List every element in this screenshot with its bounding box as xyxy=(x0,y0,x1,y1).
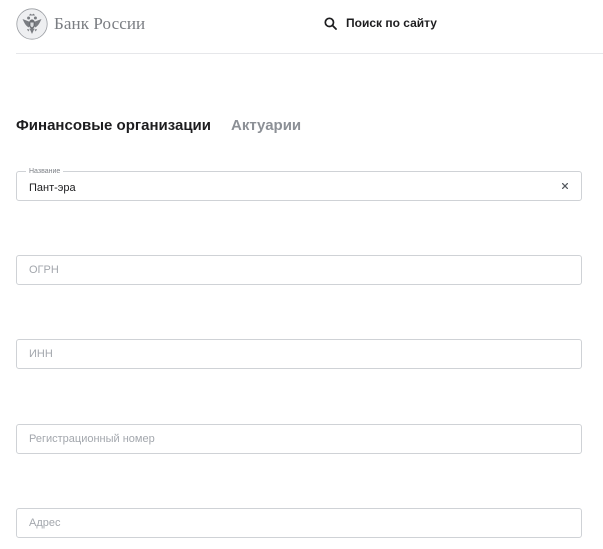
search-label: Поиск по сайту xyxy=(346,16,437,30)
double-headed-eagle-icon xyxy=(16,8,48,40)
tab-actuaries[interactable]: Актуарии xyxy=(231,117,301,134)
close-icon xyxy=(562,183,568,189)
search-icon xyxy=(324,16,337,30)
ogrn-field xyxy=(16,255,582,285)
site-header: Банк России Поиск по сайту xyxy=(0,0,603,54)
inn-field xyxy=(16,339,582,369)
address-field xyxy=(16,508,582,538)
site-search-button[interactable]: Поиск по сайту xyxy=(324,16,437,30)
inn-input[interactable] xyxy=(29,340,549,368)
name-input[interactable] xyxy=(29,174,549,202)
logo-text: Банк России xyxy=(54,14,146,33)
tab-financial-organizations[interactable]: Финансовые организации xyxy=(16,117,211,134)
ogrn-input[interactable] xyxy=(29,256,549,284)
address-input[interactable] xyxy=(29,509,549,537)
registration-number-input[interactable] xyxy=(29,425,549,453)
name-field: Название xyxy=(16,167,582,202)
header-divider xyxy=(16,53,603,54)
organization-type-tabs: Финансовые организации Актуарии xyxy=(16,117,301,134)
clear-name-button[interactable] xyxy=(559,180,571,192)
registration-number-field xyxy=(16,424,582,454)
bank-of-russia-logo[interactable]: Банк России xyxy=(16,8,145,40)
